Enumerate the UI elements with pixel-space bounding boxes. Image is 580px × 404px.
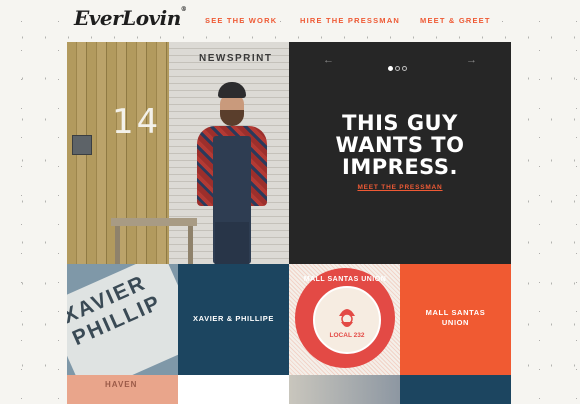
nav-hire-the-pressman[interactable]: HIRE THE PRESSMAN	[300, 16, 400, 25]
tile-label: MALL SANTAS UNION	[425, 308, 486, 327]
slider-dots	[388, 58, 409, 76]
hero-slider: ← → THIS GUY WANTS TO IMPRESS. MEET THE …	[289, 42, 511, 264]
tile-label: XAVIER & PHILLIPE	[193, 314, 274, 323]
tile-haven-partial[interactable]: HAVEN	[67, 375, 178, 404]
electrical-box	[72, 135, 92, 155]
pressman-photo: NEWSPRINT 14	[67, 42, 289, 264]
prev-arrow-icon[interactable]: ←	[323, 54, 334, 66]
everlovin-logo[interactable]: EverLovin®	[74, 6, 187, 30]
tile-navy-partial[interactable]	[400, 375, 511, 404]
door-number: 14	[112, 102, 162, 142]
tile-xavier-phillipe[interactable]: XAVIER & PHILLIPE	[178, 264, 289, 375]
next-arrow-icon[interactable]: →	[466, 54, 477, 66]
tile-print-partial[interactable]	[289, 375, 400, 404]
tile-mall-santas-seal[interactable]: MALL SANTAS UNION LOCAL 232	[289, 264, 400, 375]
meet-the-pressman-link[interactable]: MEET THE PRESSMAN	[289, 184, 511, 191]
slide-dot-1[interactable]	[388, 66, 393, 71]
newsprint-sign: NEWSPRINT	[199, 53, 273, 64]
slide-dot-3[interactable]	[402, 66, 407, 71]
slide-dot-2[interactable]	[395, 66, 400, 71]
site-header: EverLovin® SEE THE WORK HIRE THE PRESSMA…	[0, 0, 580, 42]
tile-xavier-art[interactable]: XAVIER PHILLIP	[67, 264, 178, 375]
santa-seal: MALL SANTAS UNION LOCAL 232	[295, 268, 395, 368]
nav-meet-and-greet[interactable]: MEET & GREET	[420, 16, 491, 25]
tile-blank-partial	[178, 375, 289, 404]
hero-headline: THIS GUY WANTS TO IMPRESS.	[335, 111, 465, 179]
pressman-figure	[187, 82, 277, 264]
tile-mall-santas-union[interactable]: MALL SANTAS UNION	[400, 264, 511, 375]
workbench	[111, 218, 197, 264]
content-grid: NEWSPRINT 14 ← → THIS GUY WANTS TO IMPRE…	[67, 42, 511, 404]
santa-icon	[339, 309, 355, 327]
nav-see-the-work[interactable]: SEE THE WORK	[205, 16, 277, 25]
